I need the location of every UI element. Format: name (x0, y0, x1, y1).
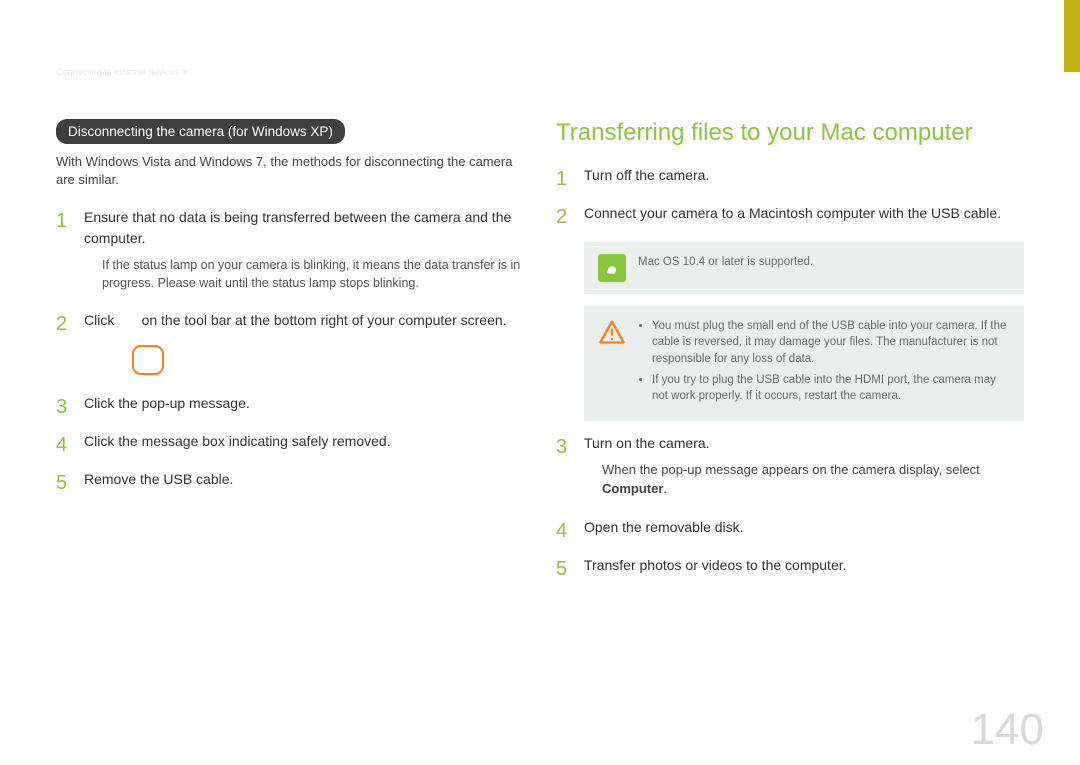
step-item: Remove the USB cable. (56, 469, 524, 489)
note-text: Mac OS 10.4 or later is supported. (638, 254, 813, 271)
safely-remove-icon (132, 345, 164, 375)
step-item: Turn on the camera. When the pop-up mess… (556, 433, 1024, 499)
section-color-tab (1064, 0, 1080, 72)
left-column: Disconnecting the camera (for Windows XP… (56, 119, 524, 594)
tip-suffix: . (663, 481, 667, 496)
tip-bold: Computer (602, 481, 663, 496)
step-item: Ensure that no data is being transferred… (56, 207, 524, 292)
page-content: Disconnecting the camera (for Windows XP… (56, 119, 1024, 594)
step-text: Transfer photos or videos to the compute… (584, 557, 847, 573)
step-text: Turn off the camera. (584, 167, 709, 183)
step-item: Connect your camera to a Macintosh compu… (556, 203, 1024, 223)
subsection-heading: Disconnecting the camera (for Windows XP… (56, 119, 345, 144)
step-text: Connect your camera to a Macintosh compu… (584, 205, 1001, 221)
warning-icon (598, 318, 626, 346)
step-item: Turn off the camera. (556, 165, 1024, 185)
steps-list-left: Ensure that no data is being transferred… (56, 207, 524, 489)
step-item: Transfer photos or videos to the compute… (556, 555, 1024, 575)
step-sub-desc: If the status lamp on your camera is bli… (102, 256, 524, 292)
note-warning-box: You must plug the small end of the USB c… (584, 306, 1024, 421)
step-text: Ensure that no data is being transferred… (84, 209, 511, 245)
warning-item: If you try to plug the USB cable into th… (652, 372, 1010, 405)
inline-icon-placeholder (118, 312, 137, 328)
steps-list-right-cont: Turn on the camera. When the pop-up mess… (556, 433, 1024, 576)
breadcrumb: Connecting to external devices > (56, 67, 187, 77)
step-text: Click the message box indicating safely … (84, 433, 391, 449)
step-text: Turn on the camera. (584, 435, 710, 451)
step-text-prefix: Click (84, 312, 118, 328)
page-number: 140 (971, 705, 1044, 755)
section-title: Transferring ﬁles to your Mac computer (556, 119, 1024, 147)
step-item: Open the removable disk. (556, 517, 1024, 537)
intro-text: With Windows Vista and Windows 7, the me… (56, 153, 524, 189)
note-info-box: Mac OS 10.4 or later is supported. (584, 242, 1024, 294)
step-text: Open the removable disk. (584, 519, 744, 535)
step-item: Click on the tool bar at the bottom righ… (56, 310, 524, 374)
tip-prefix: When the pop-up message appears on the c… (602, 462, 980, 477)
step-tip: When the pop-up message appears on the c… (602, 461, 1024, 499)
step-item: Click the pop-up message. (56, 393, 524, 413)
pen-icon (598, 254, 626, 282)
step-text: Remove the USB cable. (84, 471, 233, 487)
step-text-suffix: on the tool bar at the bottom right of y… (142, 312, 507, 328)
note-text: You must plug the small end of the USB c… (638, 318, 1010, 409)
warning-item: You must plug the small end of the USB c… (652, 318, 1010, 368)
step-item: Click the message box indicating safely … (56, 431, 524, 451)
step-text: Click the pop-up message. (84, 395, 250, 411)
right-column: Transferring ﬁles to your Mac computer T… (556, 119, 1024, 594)
steps-list-right: Turn off the camera. Connect your camera… (556, 165, 1024, 224)
